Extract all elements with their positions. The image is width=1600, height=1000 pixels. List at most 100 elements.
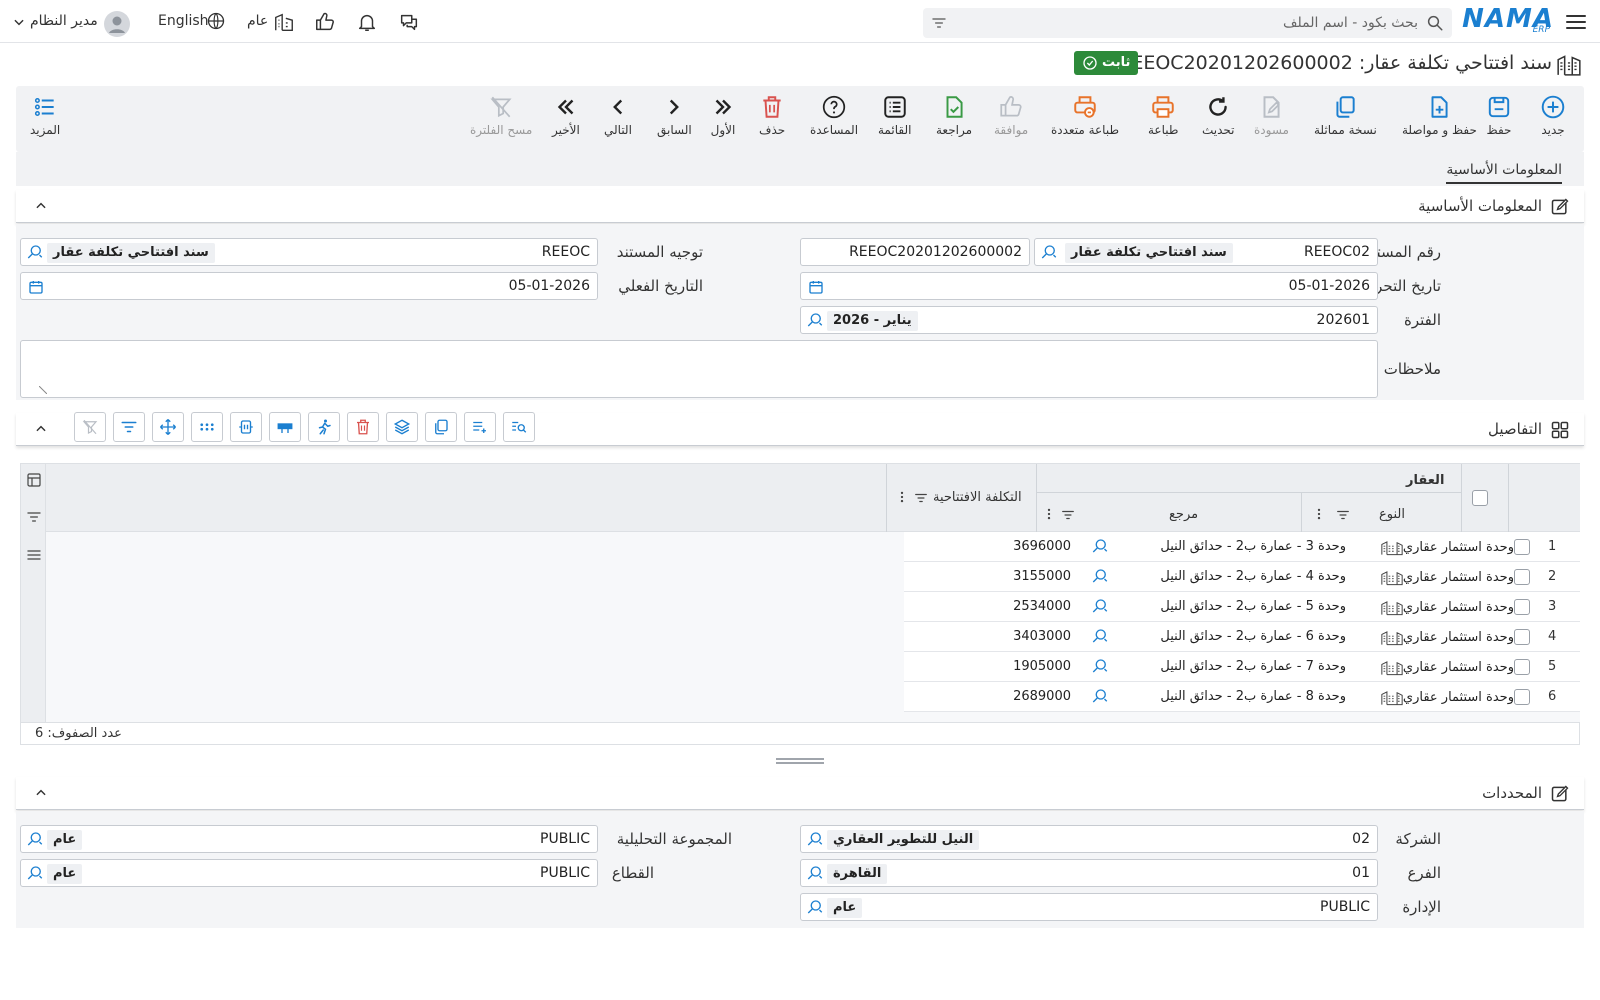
row-reference-cell[interactable]: وحدة 4 - عمارة ب2 - حدائق النيل — [1126, 569, 1346, 584]
save-button[interactable]: حفظ — [1486, 94, 1512, 150]
column-filter-icon[interactable] — [914, 491, 928, 505]
sector-field[interactable]: PUBLIC عام — [20, 859, 598, 887]
help-button[interactable]: المساعدة — [810, 94, 858, 150]
column-filter-icon[interactable] — [1061, 508, 1075, 522]
save-and-continue-button[interactable]: حفظ و مواصلة — [1402, 94, 1477, 150]
row-type-cell[interactable]: وحدة استثمار عقاري — [1354, 688, 1514, 706]
next-button[interactable]: التالي — [604, 94, 632, 150]
company-building-icon[interactable] — [273, 11, 295, 33]
lookup-icon[interactable] — [1091, 567, 1109, 585]
lookup-icon[interactable] — [26, 864, 44, 882]
run-action-button[interactable] — [308, 412, 340, 442]
chat-icon[interactable] — [398, 11, 420, 33]
grid-options-button[interactable] — [191, 412, 223, 442]
row-reference-cell[interactable]: وحدة 3 - عمارة ب2 - حدائق النيل — [1126, 539, 1346, 554]
lookup-icon[interactable] — [1091, 627, 1109, 645]
table-row[interactable]: 2 وحدة استثمار عقاري وحدة 4 - عمارة ب2 - ح… — [46, 562, 1580, 592]
period-field[interactable]: 202601 2026 - يناير — [800, 306, 1378, 334]
column-menu-icon[interactable] — [899, 490, 905, 504]
notes-textarea[interactable] — [20, 340, 1378, 398]
table-row[interactable]: 3 وحدة استثمار عقاري وحدة 5 - عمارة ب2 - ح… — [46, 592, 1580, 622]
collapse-details-icon[interactable] — [34, 422, 48, 436]
grid-search-button[interactable] — [503, 412, 535, 442]
row-opening-cost-cell[interactable]: 1905000 — [926, 659, 1071, 674]
table-row[interactable]: 4 وحدة استثمار عقاري وحدة 6 - عمارة ب2 - ح… — [46, 622, 1580, 652]
row-checkbox[interactable] — [1514, 689, 1530, 705]
duplicate-button[interactable]: نسخة مماثلة — [1314, 94, 1377, 150]
doc-term-field[interactable]: REEOC02 سند افتتاحي تكلفة عقار — [1034, 238, 1378, 266]
branch-field[interactable]: 01 القاهرة — [800, 859, 1378, 887]
grid-filter-icon[interactable] — [26, 509, 42, 525]
doc-code-field[interactable]: REEOC20201202600002 — [800, 238, 1030, 266]
row-type-cell[interactable]: وحدة استثمار عقاري — [1354, 628, 1514, 646]
insert-row-button[interactable] — [269, 412, 301, 442]
table-row[interactable]: 1 وحدة استثمار عقاري وحدة 3 - عمارة ب2 - ح… — [46, 532, 1580, 562]
lookup-icon[interactable] — [1091, 687, 1109, 705]
row-checkbox[interactable] — [1514, 659, 1530, 675]
user-avatar-icon[interactable] — [104, 11, 130, 37]
row-type-cell[interactable]: وحدة استثمار عقاري — [1354, 598, 1514, 616]
thumbs-up-icon[interactable] — [314, 11, 336, 33]
lookup-icon[interactable] — [1091, 537, 1109, 555]
lookup-icon[interactable] — [806, 830, 824, 848]
row-opening-cost-cell[interactable]: 3696000 — [926, 539, 1071, 554]
department-field[interactable]: PUBLIC عام — [800, 893, 1378, 921]
row-type-cell[interactable]: وحدة استثمار عقاري — [1354, 658, 1514, 676]
resize-handle-icon[interactable] — [39, 386, 47, 394]
lookup-icon[interactable] — [806, 898, 824, 916]
new-button[interactable]: جديد — [1540, 94, 1566, 150]
row-checkbox[interactable] — [1514, 599, 1530, 615]
search-filter-icon[interactable] — [931, 15, 947, 31]
grid-filter-button[interactable] — [113, 412, 145, 442]
globe-icon[interactable] — [206, 11, 226, 31]
nama-logo[interactable]: NAMA ERP — [1462, 4, 1554, 38]
actual-date-field[interactable]: 05-01-2026 — [20, 272, 598, 300]
lookup-icon[interactable] — [26, 830, 44, 848]
calendar-icon[interactable] — [28, 279, 44, 295]
calendar-icon[interactable] — [808, 279, 824, 295]
review-button[interactable]: مراجعة — [936, 94, 972, 150]
draft-button[interactable]: مسودة — [1254, 94, 1289, 150]
lookup-icon[interactable] — [1040, 243, 1058, 261]
fit-columns-button[interactable] — [230, 412, 262, 442]
refresh-button[interactable]: تحديث — [1202, 94, 1235, 150]
resize-grip-icon[interactable] — [776, 758, 824, 764]
search-icon[interactable] — [1426, 14, 1444, 32]
reference-column-header[interactable]: مرجع — [1169, 507, 1198, 522]
analysis-group-field[interactable]: PUBLIC عام — [20, 825, 598, 853]
multi-print-button[interactable]: طباعة متعددة — [1051, 94, 1119, 150]
row-reference-cell[interactable]: وحدة 7 - عمارة ب2 - حدائق النيل — [1126, 659, 1346, 674]
hamburger-menu-icon[interactable] — [1564, 10, 1588, 34]
more-button[interactable]: المزيد — [30, 94, 60, 150]
row-opening-cost-cell[interactable]: 2534000 — [926, 599, 1071, 614]
row-type-cell[interactable]: وحدة استثمار عقاري — [1354, 538, 1514, 556]
move-button[interactable] — [152, 412, 184, 442]
first-button[interactable]: الأول — [710, 94, 736, 150]
opening-cost-column-header[interactable]: التكلفة الافتتاحية — [933, 490, 1022, 505]
row-type-cell[interactable]: وحدة استثمار عقاري — [1354, 568, 1514, 586]
tab-basic-info[interactable]: المعلومات الأساسية — [1446, 162, 1562, 184]
user-name[interactable]: مدير النظام — [30, 13, 98, 29]
delete-rows-button[interactable] — [347, 412, 379, 442]
row-opening-cost-cell[interactable]: 3403000 — [926, 629, 1071, 644]
type-column-header[interactable]: النوع — [1379, 507, 1405, 522]
grid-menu-icon[interactable] — [26, 547, 42, 563]
add-rows-button[interactable] — [464, 412, 496, 442]
row-reference-cell[interactable]: وحدة 8 - عمارة ب2 - حدائق النيل — [1126, 689, 1346, 704]
delete-button[interactable]: حذف — [759, 94, 785, 150]
grid-clear-filter-button[interactable] — [74, 412, 106, 442]
search-input[interactable] — [978, 12, 1418, 34]
print-button[interactable]: طباعة — [1148, 94, 1178, 150]
lookup-icon[interactable] — [806, 864, 824, 882]
grid-columns-icon[interactable] — [26, 472, 42, 488]
approve-button[interactable]: موافقة — [994, 94, 1028, 150]
previous-button[interactable]: السابق — [657, 94, 692, 150]
column-filter-icon[interactable] — [1336, 508, 1350, 522]
last-button[interactable]: الأخير — [552, 94, 580, 150]
row-opening-cost-cell[interactable]: 2689000 — [926, 689, 1071, 704]
row-reference-cell[interactable]: وحدة 6 - عمارة ب2 - حدائق النيل — [1126, 629, 1346, 644]
bell-icon[interactable] — [356, 11, 378, 33]
company-scope-label[interactable]: عام — [247, 13, 268, 29]
chevron-down-icon[interactable] — [12, 15, 26, 29]
table-row[interactable]: 6 وحدة استثمار عقاري وحدة 8 - عمارة ب2 - ح… — [46, 682, 1580, 712]
